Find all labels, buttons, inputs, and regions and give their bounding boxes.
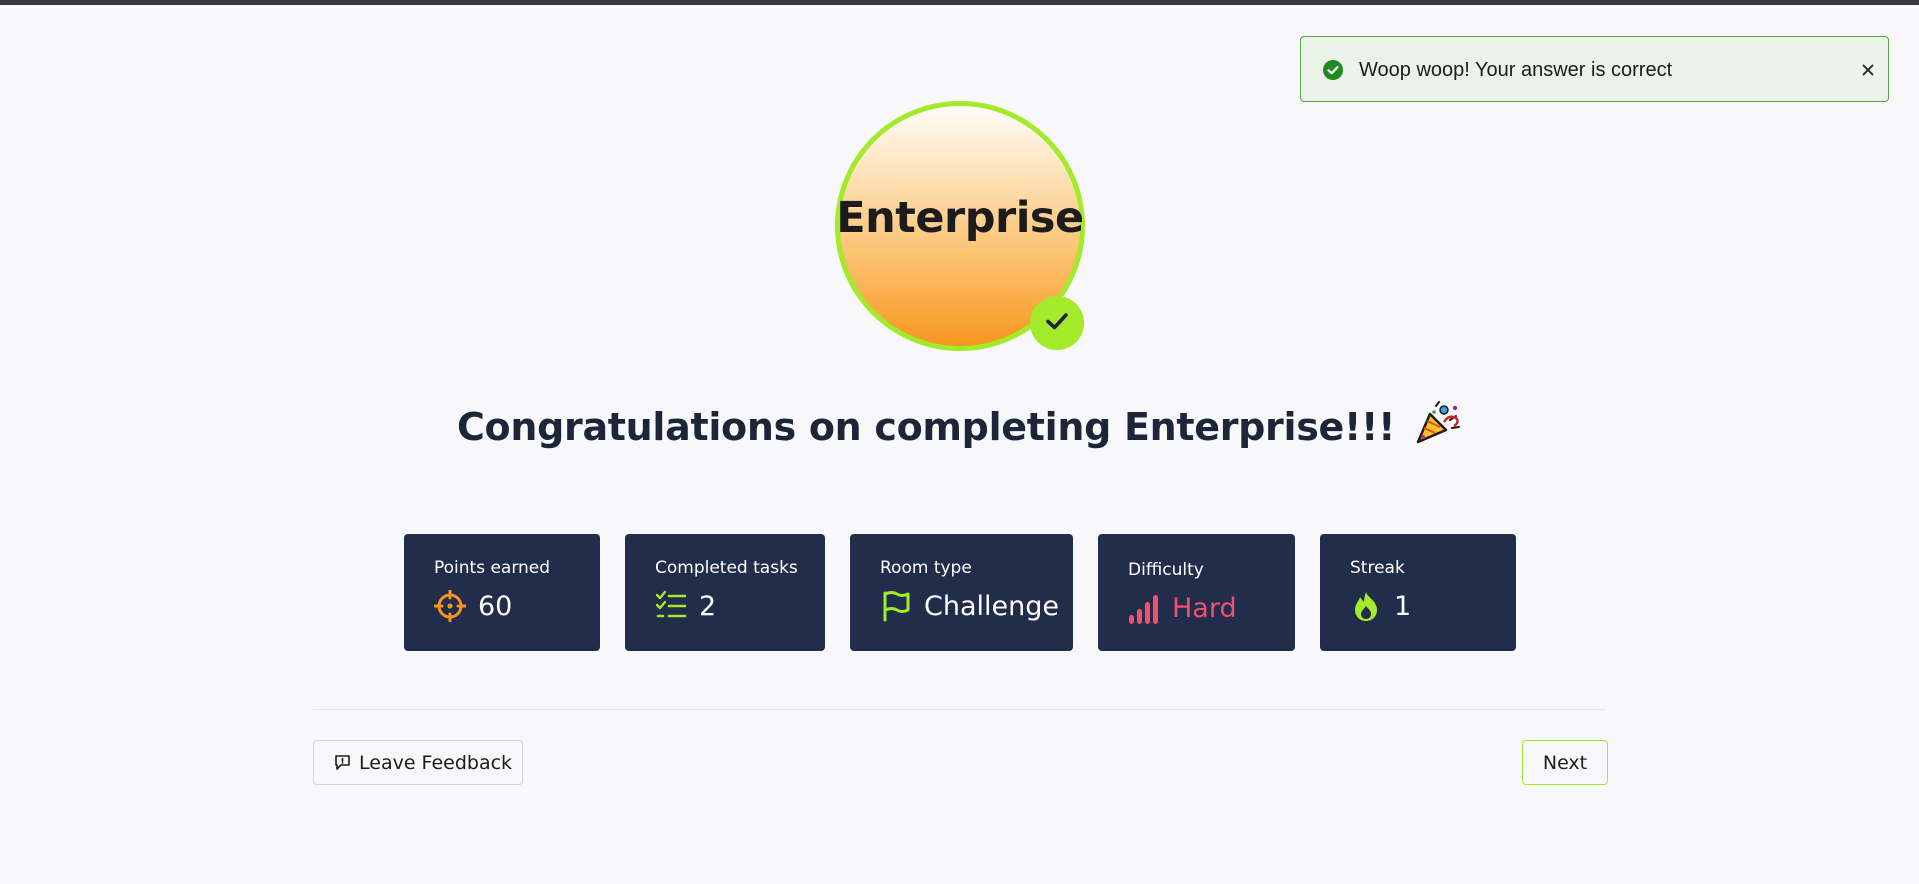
top-bar bbox=[0, 0, 1919, 5]
stat-card-points: Points earned 60 bbox=[404, 534, 600, 651]
streak-value: 1 bbox=[1394, 590, 1412, 622]
badge-title: Enterprise bbox=[836, 193, 1084, 243]
points-label: Points earned bbox=[434, 558, 551, 578]
success-toast: Woop woop! Your answer is correct bbox=[1300, 36, 1889, 102]
difficulty-value: Hard bbox=[1172, 592, 1237, 624]
tasks-value: 2 bbox=[699, 590, 717, 622]
page-title: Congratulations on completing Enterprise… bbox=[0, 400, 1919, 449]
close-icon[interactable] bbox=[1858, 60, 1878, 80]
stat-card-streak: Streak 1 bbox=[1320, 534, 1516, 651]
stat-card-room-type: Room type Challenge bbox=[850, 534, 1073, 651]
stat-card-tasks: Completed tasks 2 bbox=[625, 534, 825, 651]
signal-bars-icon bbox=[1128, 592, 1160, 624]
room-badge: Enterprise bbox=[835, 101, 1085, 351]
next-button[interactable]: Next bbox=[1522, 740, 1608, 785]
checkmark-icon bbox=[1042, 306, 1072, 340]
flame-icon bbox=[1350, 590, 1382, 622]
room-type-value: Challenge bbox=[924, 590, 1059, 622]
congrats-text: Congratulations on completing Enterprise… bbox=[456, 405, 1396, 449]
checklist-icon bbox=[655, 590, 687, 622]
tasks-label: Completed tasks bbox=[655, 558, 798, 578]
points-value: 60 bbox=[478, 590, 513, 622]
flag-icon bbox=[880, 590, 912, 622]
party-popper-icon bbox=[1414, 400, 1462, 446]
streak-label: Streak bbox=[1350, 558, 1405, 578]
room-type-label: Room type bbox=[880, 558, 972, 578]
target-icon bbox=[433, 589, 467, 623]
divider bbox=[313, 709, 1606, 710]
leave-feedback-button[interactable]: Leave Feedback bbox=[313, 740, 523, 785]
leave-feedback-label: Leave Feedback bbox=[359, 751, 513, 774]
check-circle-icon bbox=[1323, 60, 1343, 80]
stat-card-difficulty: Difficulty Hard bbox=[1098, 534, 1295, 651]
difficulty-label: Difficulty bbox=[1128, 560, 1204, 580]
completed-check-badge bbox=[1030, 296, 1084, 350]
feedback-message-icon bbox=[334, 754, 351, 771]
toast-message: Woop woop! Your answer is correct bbox=[1359, 59, 1673, 81]
